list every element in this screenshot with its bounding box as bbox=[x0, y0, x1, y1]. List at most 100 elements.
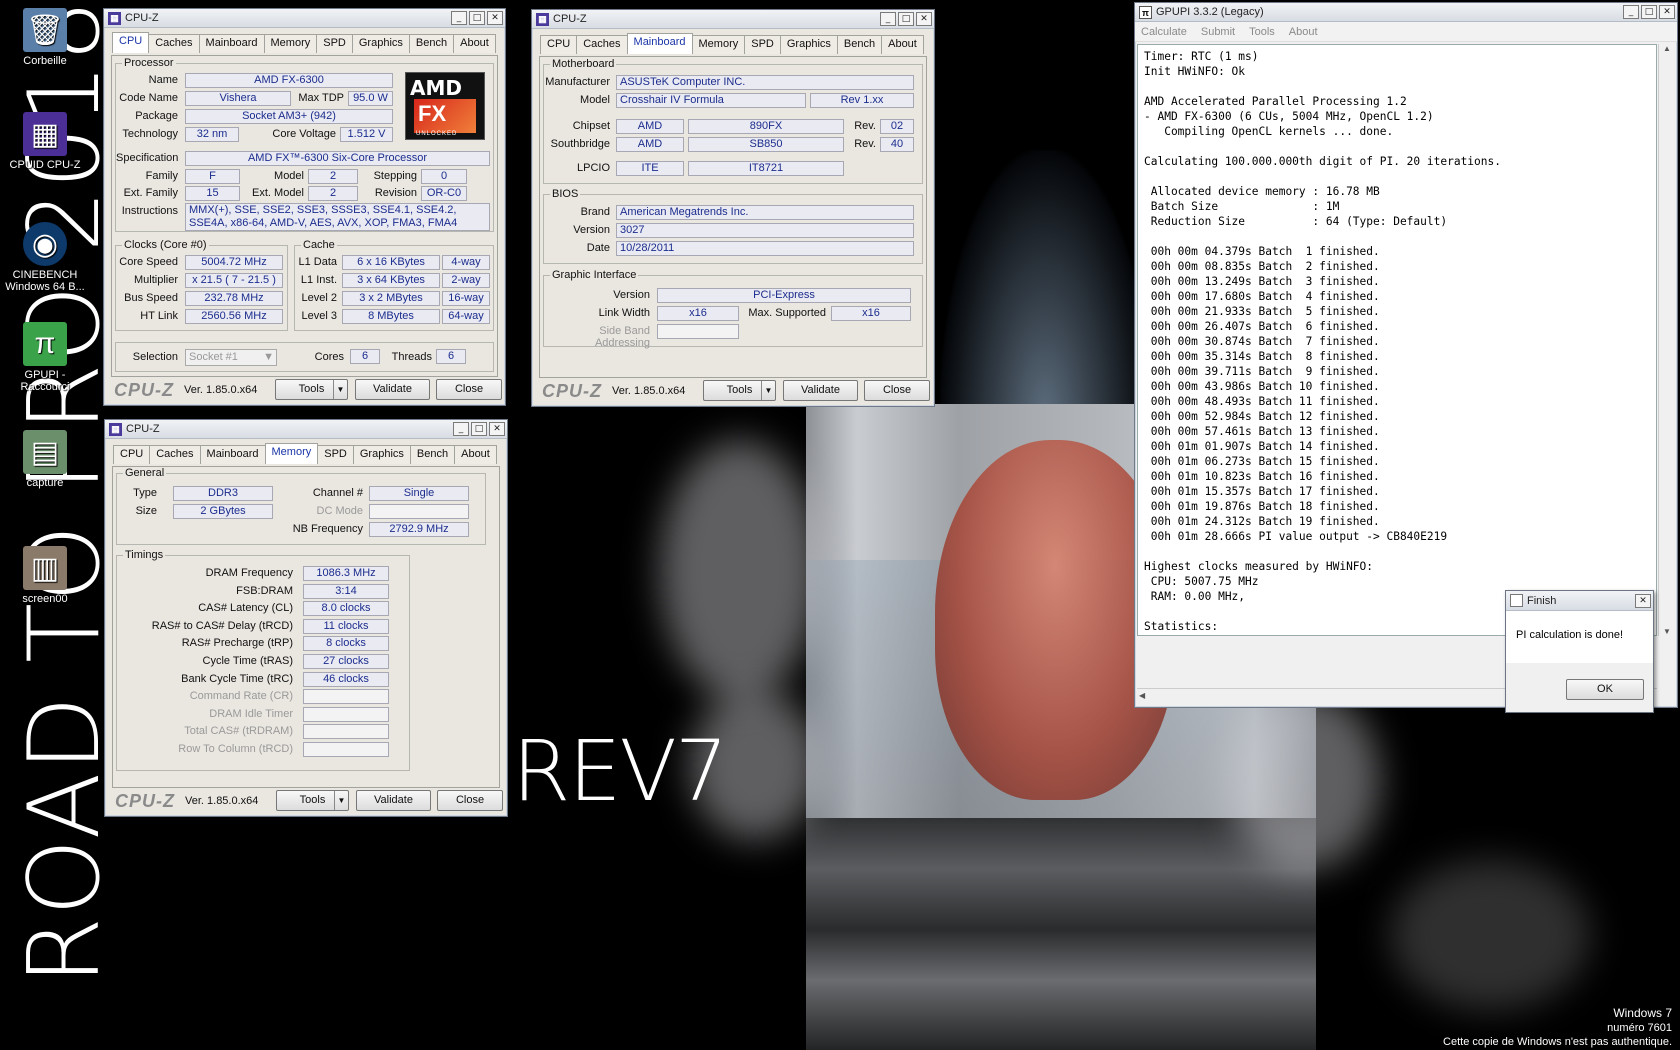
menu-calculate[interactable]: Calculate bbox=[1141, 26, 1187, 38]
tab-graphics[interactable]: Graphics bbox=[352, 445, 411, 464]
desktop-icon-label: Corbeille bbox=[23, 55, 67, 67]
tools-button[interactable]: Tools ▼ bbox=[703, 380, 776, 401]
tab-graphics[interactable]: Graphics bbox=[779, 35, 838, 54]
desktop-icon-cinebench[interactable]: ◉ CINEBENCH Windows 64 B... bbox=[0, 222, 90, 293]
tools-button[interactable]: Tools ▼ bbox=[275, 379, 348, 400]
unlocked-logo-text: UNLOCKED bbox=[416, 131, 458, 137]
menu-about[interactable]: About bbox=[1289, 26, 1318, 38]
maxsupported-label: Max. Supported bbox=[748, 307, 826, 319]
tab-spd[interactable]: SPD bbox=[317, 445, 354, 464]
ok-button[interactable]: OK bbox=[1566, 679, 1644, 700]
desktop-icon-gpupi[interactable]: π GPUPI - Raccourci bbox=[0, 322, 90, 393]
title-bar[interactable]: π GPUPI 3.3.2 (Legacy) _ □ ✕ bbox=[1135, 3, 1677, 22]
timing-label: RAS# to CAS# Delay (tRCD) bbox=[151, 619, 293, 632]
close-button[interactable]: Close bbox=[436, 379, 502, 400]
close-button[interactable]: Close bbox=[864, 380, 930, 401]
maximize-button[interactable]: □ bbox=[471, 422, 487, 436]
busspeed-value: 232.78 MHz bbox=[185, 291, 283, 306]
tab-bench[interactable]: Bench bbox=[408, 34, 455, 53]
title-bar[interactable]: ▦ CPU-Z _ □ ✕ bbox=[105, 420, 507, 439]
close-dialog-button[interactable]: ✕ bbox=[1635, 593, 1651, 608]
close-window-button[interactable]: ✕ bbox=[487, 11, 503, 25]
desktop-icon-cpuz[interactable]: ▦ CPUID CPU-Z bbox=[0, 112, 90, 171]
desktop-icon-screen[interactable]: ▥ screen00 bbox=[0, 546, 90, 605]
close-button[interactable]: Close bbox=[437, 790, 503, 811]
bios-brand-value: American Megatrends Inc. bbox=[616, 205, 914, 220]
dialog-title: Finish bbox=[1527, 594, 1557, 607]
tab-caches[interactable]: Caches bbox=[148, 34, 200, 53]
timing-label: DRAM Frequency bbox=[205, 567, 293, 579]
processor-group: Processor Name AMD FX-6300 Code Name Vis… bbox=[115, 57, 494, 232]
technology-label: Technology bbox=[122, 128, 178, 140]
timing-value: 46 clocks bbox=[303, 671, 389, 687]
maximize-button[interactable]: □ bbox=[1641, 5, 1657, 19]
close-window-button[interactable]: ✕ bbox=[1659, 5, 1675, 19]
tab-graphics[interactable]: Graphics bbox=[351, 34, 410, 53]
tab-memory[interactable]: Memory bbox=[691, 35, 746, 54]
menu-submit[interactable]: Submit bbox=[1201, 26, 1235, 38]
wallpaper-metal bbox=[806, 818, 1316, 1050]
tab-caches[interactable]: Caches bbox=[149, 445, 201, 464]
close-window-button[interactable]: ✕ bbox=[489, 422, 505, 436]
desktop-icon-label: CPUID CPU-Z bbox=[9, 159, 81, 171]
manufacturer-label: Manufacturer bbox=[545, 76, 610, 88]
desktop-icon-capture[interactable]: ▤ capture bbox=[0, 430, 90, 489]
bios-version-value: 3027 bbox=[616, 223, 914, 238]
scroll-down-icon[interactable]: ▼ bbox=[1659, 627, 1675, 636]
model-rev-value: Rev 1.xx bbox=[810, 93, 914, 108]
tab-about[interactable]: About bbox=[881, 35, 924, 54]
gi-version-label: Version bbox=[613, 289, 650, 301]
title-bar[interactable]: ▦ CPU-Z _ □ ✕ bbox=[104, 9, 505, 28]
tab-spd[interactable]: SPD bbox=[316, 34, 353, 53]
tab-caches[interactable]: Caches bbox=[576, 35, 628, 54]
socket-select[interactable]: Socket #1 ▼ bbox=[185, 349, 277, 366]
wallpaper-smoke bbox=[1390, 860, 1590, 1010]
maximize-button[interactable]: □ bbox=[898, 12, 914, 26]
name-label: Name bbox=[148, 74, 178, 86]
southbridge-label: Southbridge bbox=[550, 138, 610, 150]
tab-cpu[interactable]: CPU bbox=[112, 32, 150, 53]
menu-tools[interactable]: Tools bbox=[1249, 26, 1275, 38]
tools-button[interactable]: Tools ▼ bbox=[276, 790, 349, 811]
tab-about[interactable]: About bbox=[454, 445, 497, 464]
tab-about[interactable]: About bbox=[453, 34, 496, 53]
validate-button[interactable]: Validate bbox=[783, 380, 858, 401]
tab-mainboard[interactable]: Mainboard bbox=[199, 445, 266, 464]
maxtdp-label: Max TDP bbox=[298, 92, 344, 104]
tab-bench[interactable]: Bench bbox=[836, 35, 883, 54]
maximize-button[interactable]: □ bbox=[469, 11, 485, 25]
scroll-left-icon[interactable]: ◀ bbox=[1139, 691, 1145, 700]
title-bar[interactable]: ▦ CPU-Z _ □ ✕ bbox=[532, 10, 934, 29]
close-window-button[interactable]: ✕ bbox=[916, 12, 932, 26]
tools-button-label: Tools bbox=[299, 794, 326, 806]
minimize-button[interactable]: _ bbox=[880, 12, 896, 26]
validate-button[interactable]: Validate bbox=[356, 790, 431, 811]
group-title: Motherboard bbox=[550, 58, 617, 70]
tab-cpu[interactable]: CPU bbox=[540, 35, 578, 54]
desktop-icon-recycle-bin[interactable]: 🗑 Corbeille bbox=[0, 8, 90, 67]
mem-type-label: Type bbox=[133, 487, 157, 499]
sideband-value bbox=[657, 324, 739, 339]
tab-spd[interactable]: SPD bbox=[744, 35, 781, 54]
scroll-up-icon[interactable]: ▲ bbox=[1659, 44, 1675, 53]
dialog-title-bar[interactable]: Finish ✕ bbox=[1506, 591, 1653, 611]
validate-button[interactable]: Validate bbox=[355, 379, 430, 400]
tab-mainboard[interactable]: Mainboard bbox=[198, 34, 265, 53]
chipset-value: 890FX bbox=[688, 119, 844, 134]
window-title: GPUPI 3.3.2 (Legacy) bbox=[1156, 6, 1264, 18]
l1i-way: 2-way bbox=[442, 273, 490, 288]
minimize-button[interactable]: _ bbox=[451, 11, 467, 25]
tab-memory[interactable]: Memory bbox=[263, 34, 318, 53]
revision-value: OR-C0 bbox=[421, 186, 467, 201]
tab-cpu[interactable]: CPU bbox=[113, 445, 151, 464]
timings-group: Timings DRAM Frequency 1086.3 MHz FSB:DRAM… bbox=[116, 549, 410, 771]
minimize-button[interactable]: _ bbox=[453, 422, 469, 436]
vertical-scrollbar[interactable]: ▲ ▼ bbox=[1658, 44, 1675, 636]
tab-mainboard[interactable]: Mainboard bbox=[626, 33, 693, 54]
output-console[interactable]: Timer: RTC (1 ms) Init HWiNFO: Ok AMD Ac… bbox=[1137, 44, 1657, 636]
minimize-button[interactable]: _ bbox=[1623, 5, 1639, 19]
tab-bench[interactable]: Bench bbox=[409, 445, 456, 464]
bios-version-label: Version bbox=[573, 224, 610, 236]
timing-value bbox=[303, 689, 389, 705]
tab-memory[interactable]: Memory bbox=[264, 443, 319, 464]
